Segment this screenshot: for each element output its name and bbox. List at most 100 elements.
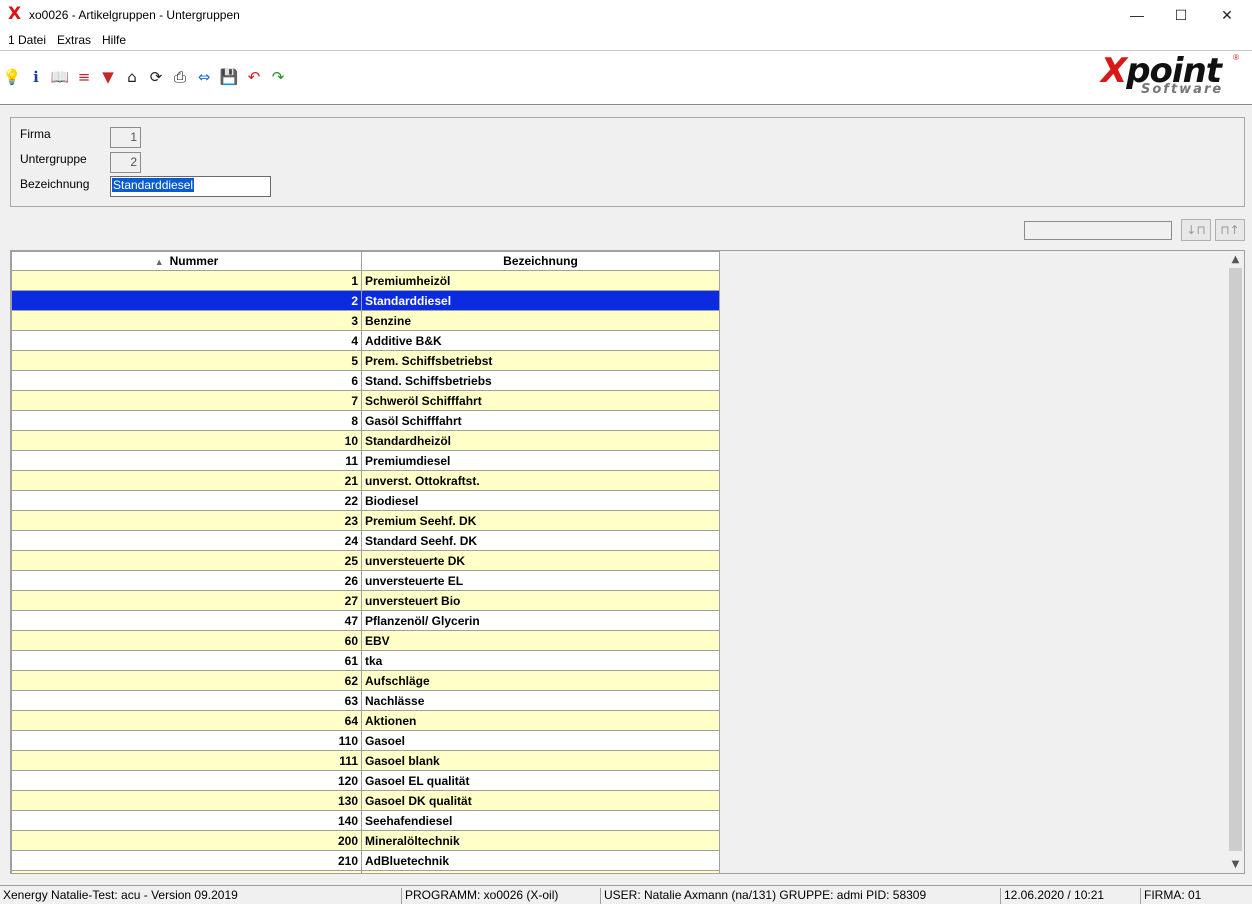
search-down-button[interactable]: ↓⊓ xyxy=(1181,219,1211,241)
menu-extras[interactable]: Extras xyxy=(57,33,91,47)
untergruppe-field[interactable]: 2 xyxy=(110,152,141,173)
cell-nummer: 26 xyxy=(11,570,362,591)
cell-bezeichnung: EBV xyxy=(361,630,720,651)
logo-subtitle: Software xyxy=(1141,82,1224,97)
menu-hilfe[interactable]: Hilfe xyxy=(102,33,126,47)
table-row[interactable]: 130 Gasoel DK qualität xyxy=(11,790,720,811)
table-row[interactable]: 21 unverst. Ottokraftst. xyxy=(11,470,720,491)
cell-bezeichnung xyxy=(361,870,720,873)
teamviewer-icon[interactable]: ⇔ xyxy=(194,67,214,87)
cell-nummer: 47 xyxy=(11,610,362,631)
cell-nummer: 10 xyxy=(11,430,362,451)
table-row[interactable]: 63 Nachlässe xyxy=(11,690,720,711)
table-row[interactable] xyxy=(11,870,720,873)
cell-nummer: 7 xyxy=(11,390,362,411)
table-row[interactable]: 47 Pflanzenöl/ Glycerin xyxy=(11,610,720,631)
cell-nummer: 210 xyxy=(11,850,362,871)
search-input[interactable] xyxy=(1024,221,1172,240)
scroll-up-arrow-icon[interactable]: ▲ xyxy=(1227,251,1244,268)
cell-nummer: 4 xyxy=(11,330,362,351)
cell-nummer xyxy=(11,870,362,873)
cell-bezeichnung: Gasoel DK qualität xyxy=(361,790,720,811)
search-up-button[interactable]: ⊓↑ xyxy=(1215,219,1245,241)
cell-nummer: 140 xyxy=(11,810,362,831)
database-icon[interactable]: ≡ xyxy=(74,67,94,87)
cell-bezeichnung: Nachlässe xyxy=(361,690,720,711)
firma-field[interactable]: 1 xyxy=(110,127,141,148)
filter-icon[interactable]: ▼ xyxy=(98,67,118,87)
home-icon[interactable]: ⌂ xyxy=(122,67,142,87)
minimize-button[interactable]: — xyxy=(1114,0,1160,30)
table-row[interactable]: 27 unversteuert Bio xyxy=(11,590,720,611)
table-row[interactable]: 8 Gasöl Schifffahrt xyxy=(11,410,720,431)
table-row[interactable]: 5 Prem. Schiffsbetriebst xyxy=(11,350,720,371)
table-row[interactable]: 210 AdBluetechnik xyxy=(11,850,720,871)
cell-bezeichnung: unverst. Ottokraftst. xyxy=(361,470,720,491)
cell-bezeichnung: Aufschläge xyxy=(361,670,720,691)
table-row[interactable]: 60 EBV xyxy=(11,630,720,651)
bezeichnung-input[interactable]: Standarddiesel xyxy=(110,176,271,197)
lightbulb-icon[interactable]: 💡 xyxy=(2,67,22,87)
cell-bezeichnung: Aktionen xyxy=(361,710,720,731)
table-row[interactable]: 61 tka xyxy=(11,650,720,671)
table-row[interactable]: 22 Biodiesel xyxy=(11,490,720,511)
sort-ascending-icon: ▲ xyxy=(154,257,164,267)
scroll-down-arrow-icon[interactable]: ▼ xyxy=(1227,856,1244,873)
cell-nummer: 63 xyxy=(11,690,362,711)
info-icon[interactable]: ℹ xyxy=(26,67,46,87)
column-header-nummer[interactable]: ▲ Nummer xyxy=(11,251,362,271)
table-row[interactable]: 23 Premium Seehf. DK xyxy=(11,510,720,531)
print-icon[interactable]: ⎙ xyxy=(170,67,190,87)
save-icon[interactable]: 💾 xyxy=(219,67,239,87)
table-row[interactable]: 24 Standard Seehf. DK xyxy=(11,530,720,551)
menu-datei[interactable]: 1 Datei xyxy=(8,33,46,47)
table-row[interactable]: 140 Seehafendiesel xyxy=(11,810,720,831)
status-user: USER: Natalie Axmann (na/131) GRUPPE: ad… xyxy=(600,888,926,904)
bezeichnung-label: Bezeichnung xyxy=(20,177,90,191)
cell-nummer: 24 xyxy=(11,530,362,551)
table-row[interactable]: 25 unversteuerte DK xyxy=(11,550,720,571)
close-button[interactable]: ✕ xyxy=(1204,0,1250,30)
table-row[interactable]: 10 Standardheizöl xyxy=(11,430,720,451)
table-row[interactable]: 4 Additive B&K xyxy=(11,330,720,351)
cell-nummer: 6 xyxy=(11,370,362,391)
refresh-icon[interactable]: ⟳ xyxy=(146,67,166,87)
table-row[interactable]: 11 Premiumdiesel xyxy=(11,450,720,471)
status-bar: Xenergy Natalie-Test: acu - Version 09.2… xyxy=(0,885,1252,904)
cell-bezeichnung: Gasoel blank xyxy=(361,750,720,771)
title-bar: X xo0026 - Artikelgruppen - Untergruppen… xyxy=(0,0,1252,30)
cell-bezeichnung: Seehafendiesel xyxy=(361,810,720,831)
table-row[interactable]: 62 Aufschläge xyxy=(11,670,720,691)
cell-nummer: 21 xyxy=(11,470,362,491)
xpoint-logo: Xpoint ® Software xyxy=(1099,51,1241,101)
scrollbar-thumb[interactable] xyxy=(1229,268,1242,851)
table-row[interactable]: 200 Mineralöltechnik xyxy=(11,830,720,851)
vertical-scrollbar[interactable]: ▲ ▼ xyxy=(1227,251,1244,873)
table-row[interactable]: 120 Gasoel EL qualität xyxy=(11,770,720,791)
table-row[interactable]: 110 Gasoel xyxy=(11,730,720,751)
cell-nummer: 3 xyxy=(11,310,362,331)
table-row[interactable]: 26 unversteuerte EL xyxy=(11,570,720,591)
cell-nummer: 27 xyxy=(11,590,362,611)
cell-nummer: 62 xyxy=(11,670,362,691)
table-row[interactable]: 1 Premiumheizöl xyxy=(11,270,720,291)
column-header-bezeichnung[interactable]: Bezeichnung xyxy=(361,251,720,271)
table-row[interactable]: 7 Schweröl Schifffahrt xyxy=(11,390,720,411)
table-row[interactable]: 111 Gasoel blank xyxy=(11,750,720,771)
redo-icon[interactable]: ↷ xyxy=(268,67,288,87)
book-icon[interactable]: 📖 xyxy=(50,67,70,87)
window-title: xo0026 - Artikelgruppen - Untergruppen xyxy=(29,8,240,22)
table-row[interactable]: 3 Benzine xyxy=(11,310,720,331)
table-row[interactable]: 6 Stand. Schiffsbetriebs xyxy=(11,370,720,391)
untergruppe-label: Untergruppe xyxy=(20,152,87,166)
undo-icon[interactable]: ↶ xyxy=(244,67,264,87)
table-row[interactable]: 64 Aktionen xyxy=(11,710,720,731)
table-row[interactable]: 2 Standarddiesel xyxy=(11,290,720,311)
cell-nummer: 25 xyxy=(11,550,362,571)
cell-bezeichnung: Stand. Schiffsbetriebs xyxy=(361,370,720,391)
cell-bezeichnung: Gasoel EL qualität xyxy=(361,770,720,791)
cell-nummer: 110 xyxy=(11,730,362,751)
maximize-button[interactable]: ☐ xyxy=(1158,0,1204,30)
cell-bezeichnung: Schweröl Schifffahrt xyxy=(361,390,720,411)
cell-bezeichnung: Premiumheizöl xyxy=(361,270,720,291)
